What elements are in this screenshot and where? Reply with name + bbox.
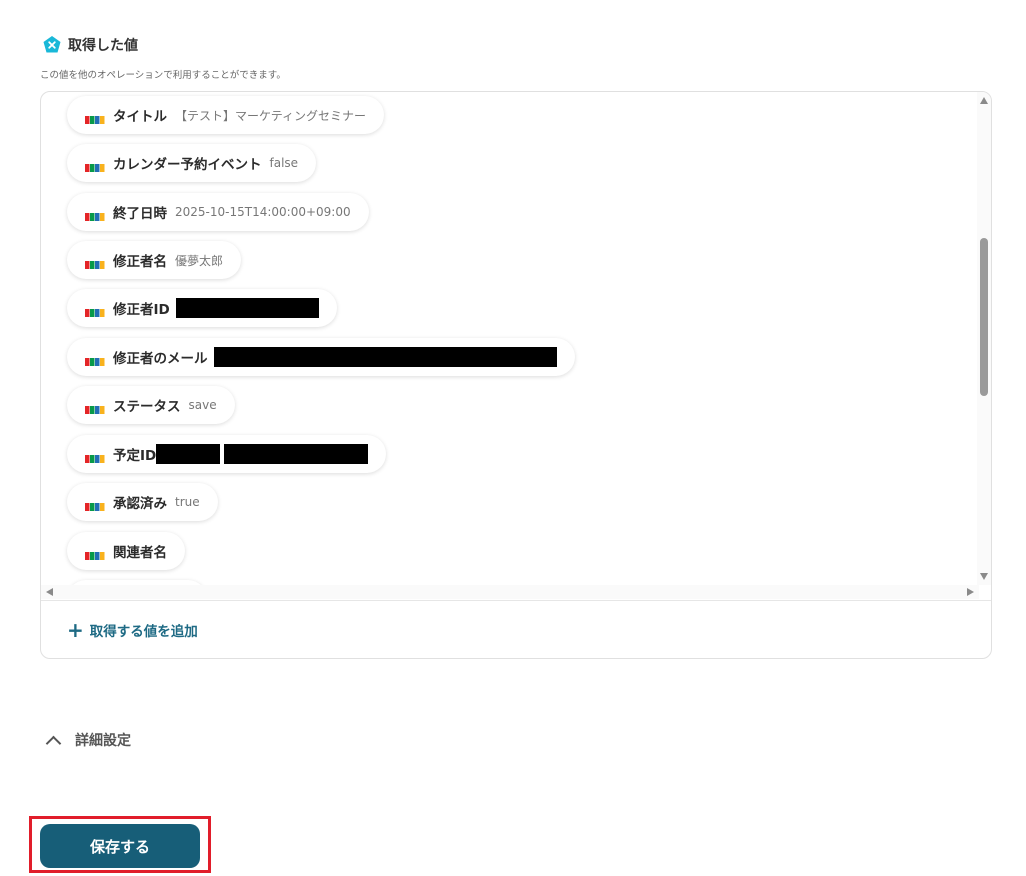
panel-divider [41, 600, 991, 601]
value-chip[interactable]: 予定ID [67, 435, 387, 473]
section-header: 取得した値 [42, 35, 138, 55]
add-value-label: 取得する値を追加 [89, 624, 198, 640]
value-chip[interactable]: 関連者名 [67, 532, 185, 570]
value-chip[interactable]: 修正者ID [67, 289, 337, 327]
chip-value: 優夢太郎 [175, 253, 224, 268]
chip-label: 修正者ID [113, 302, 170, 318]
chip-label: カレンダー予約イベント [113, 157, 262, 173]
chip-value: true [175, 495, 200, 509]
save-button[interactable]: 保存する [40, 824, 200, 868]
scroll-down-arrow-icon[interactable] [980, 573, 988, 580]
chip-label: 予定ID [113, 448, 157, 464]
value-chip[interactable]: カレンダー予約イベント false [67, 144, 317, 182]
x-badge-icon [42, 35, 62, 55]
chevron-up-icon [45, 735, 62, 751]
redacted-value [224, 444, 369, 464]
chip-value: save [188, 398, 217, 412]
scroll-left-arrow-icon[interactable] [46, 588, 53, 596]
vertical-scroll-thumb[interactable] [980, 238, 988, 396]
value-chip[interactable]: 修正者のメール [67, 338, 575, 376]
redacted-value [175, 298, 319, 318]
redacted-value [156, 444, 221, 464]
zoho-logo-icon [85, 352, 105, 366]
chip-label: 関連者名 [113, 545, 167, 561]
zoho-logo-icon [85, 546, 105, 560]
zoho-logo-icon [85, 255, 105, 269]
chip-value: false [269, 156, 299, 170]
advanced-settings-label: 詳細設定 [75, 733, 131, 749]
values-panel: タイトル 【テスト】マーケティングセミナー カレンダー予約イベント false … [40, 91, 992, 659]
value-chip[interactable]: 終了日時 2025-10-15T14:00:00+09:00 [67, 193, 369, 231]
zoho-logo-icon [85, 110, 105, 124]
horizontal-scrollbar[interactable] [41, 585, 979, 599]
zoho-logo-icon [85, 207, 105, 221]
value-chip[interactable]: 修正者名 優夢太郎 [67, 241, 242, 279]
chip-label: 承認済み [113, 496, 167, 512]
chip-label: ステータス [113, 399, 181, 415]
plus-icon: + [67, 618, 84, 642]
section-description: この値を他のオペレーションで利用することができます。 [40, 70, 286, 81]
chip-label: 修正者のメール [113, 351, 208, 367]
chip-value: 2025-10-15T14:00:00+09:00 [175, 205, 351, 219]
chip-label: 終了日時 [113, 206, 167, 222]
chip-value: 【テスト】マーケティングセミナー [175, 108, 367, 123]
chip-label: タイトル [113, 109, 167, 125]
add-value-button[interactable]: + 取得する値を追加 [67, 620, 198, 640]
redacted-value [213, 347, 557, 367]
zoho-logo-icon [85, 449, 105, 463]
chip-label: 修正者名 [113, 254, 167, 270]
zoho-logo-icon [85, 497, 105, 511]
value-chip[interactable]: 承認済み true [67, 483, 218, 521]
vertical-scrollbar[interactable] [977, 92, 991, 585]
scroll-right-arrow-icon[interactable] [967, 588, 974, 596]
values-list: タイトル 【テスト】マーケティングセミナー カレンダー予約イベント false … [41, 92, 979, 585]
zoho-logo-icon [85, 303, 105, 317]
value-chip[interactable]: ステータス save [67, 386, 235, 424]
value-chip[interactable]: タイトル 【テスト】マーケティングセミナー [67, 96, 385, 134]
advanced-settings-toggle[interactable]: 詳細設定 [45, 730, 131, 751]
zoho-logo-icon [85, 158, 105, 172]
section-title: 取得した値 [68, 38, 138, 54]
scroll-up-arrow-icon[interactable] [980, 97, 988, 104]
zoho-logo-icon [85, 400, 105, 414]
